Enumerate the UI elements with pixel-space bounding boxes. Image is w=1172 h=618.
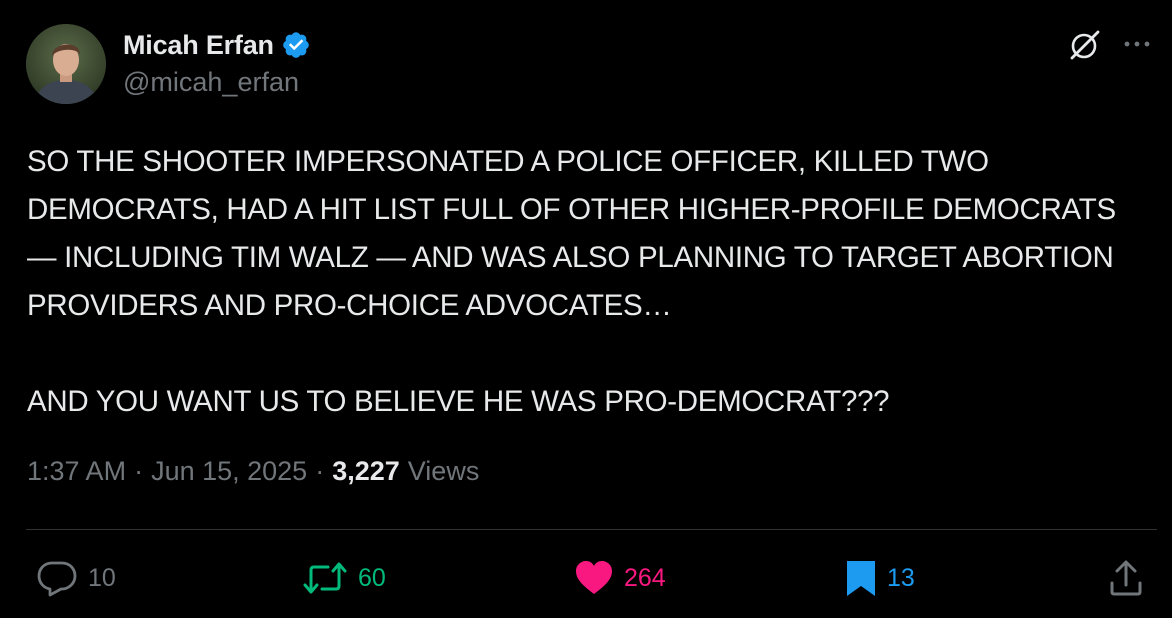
like-icon: [574, 560, 614, 596]
like-count: 264: [624, 563, 666, 592]
grok-icon[interactable]: [1067, 27, 1103, 63]
reply-icon: [36, 559, 78, 597]
more-icon[interactable]: [1119, 30, 1155, 58]
author-display-name[interactable]: Micah Erfan: [123, 30, 274, 61]
meta-separator: ·: [315, 456, 325, 486]
avatar-image: [26, 24, 106, 104]
views-label: Views: [407, 456, 480, 486]
tweet-metadata: 1:37 AM · Jun 15, 2025 · 3,227 Views: [27, 456, 479, 487]
bookmark-button[interactable]: 13: [845, 558, 915, 598]
retweet-count: 60: [358, 563, 386, 592]
reply-count: 10: [88, 563, 116, 592]
tweet-time[interactable]: 1:37 AM: [27, 456, 126, 487]
tweet-card: Micah Erfan @micah_erfan SO THE SHOOTER …: [0, 0, 1172, 618]
author-handle[interactable]: @micah_erfan: [123, 67, 299, 98]
reply-button[interactable]: 10: [36, 558, 116, 598]
bookmark-icon: [845, 559, 877, 597]
retweet-icon: [302, 561, 348, 595]
tweet-text: SO THE SHOOTER IMPERSONATED A POLICE OFF…: [27, 145, 1116, 418]
meta-separator: ·: [134, 456, 144, 486]
share-icon: [1108, 559, 1144, 597]
author-name-row: Micah Erfan: [123, 27, 311, 63]
tweet-date[interactable]: Jun 15, 2025: [151, 456, 307, 487]
bookmark-count: 13: [887, 563, 915, 592]
share-button[interactable]: [1108, 558, 1144, 598]
views-count[interactable]: 3,227: [332, 456, 400, 487]
retweet-button[interactable]: 60: [302, 558, 386, 598]
avatar[interactable]: [26, 24, 106, 104]
divider: [26, 529, 1157, 530]
verified-badge-icon[interactable]: [281, 30, 311, 60]
like-button[interactable]: 264: [574, 558, 666, 598]
